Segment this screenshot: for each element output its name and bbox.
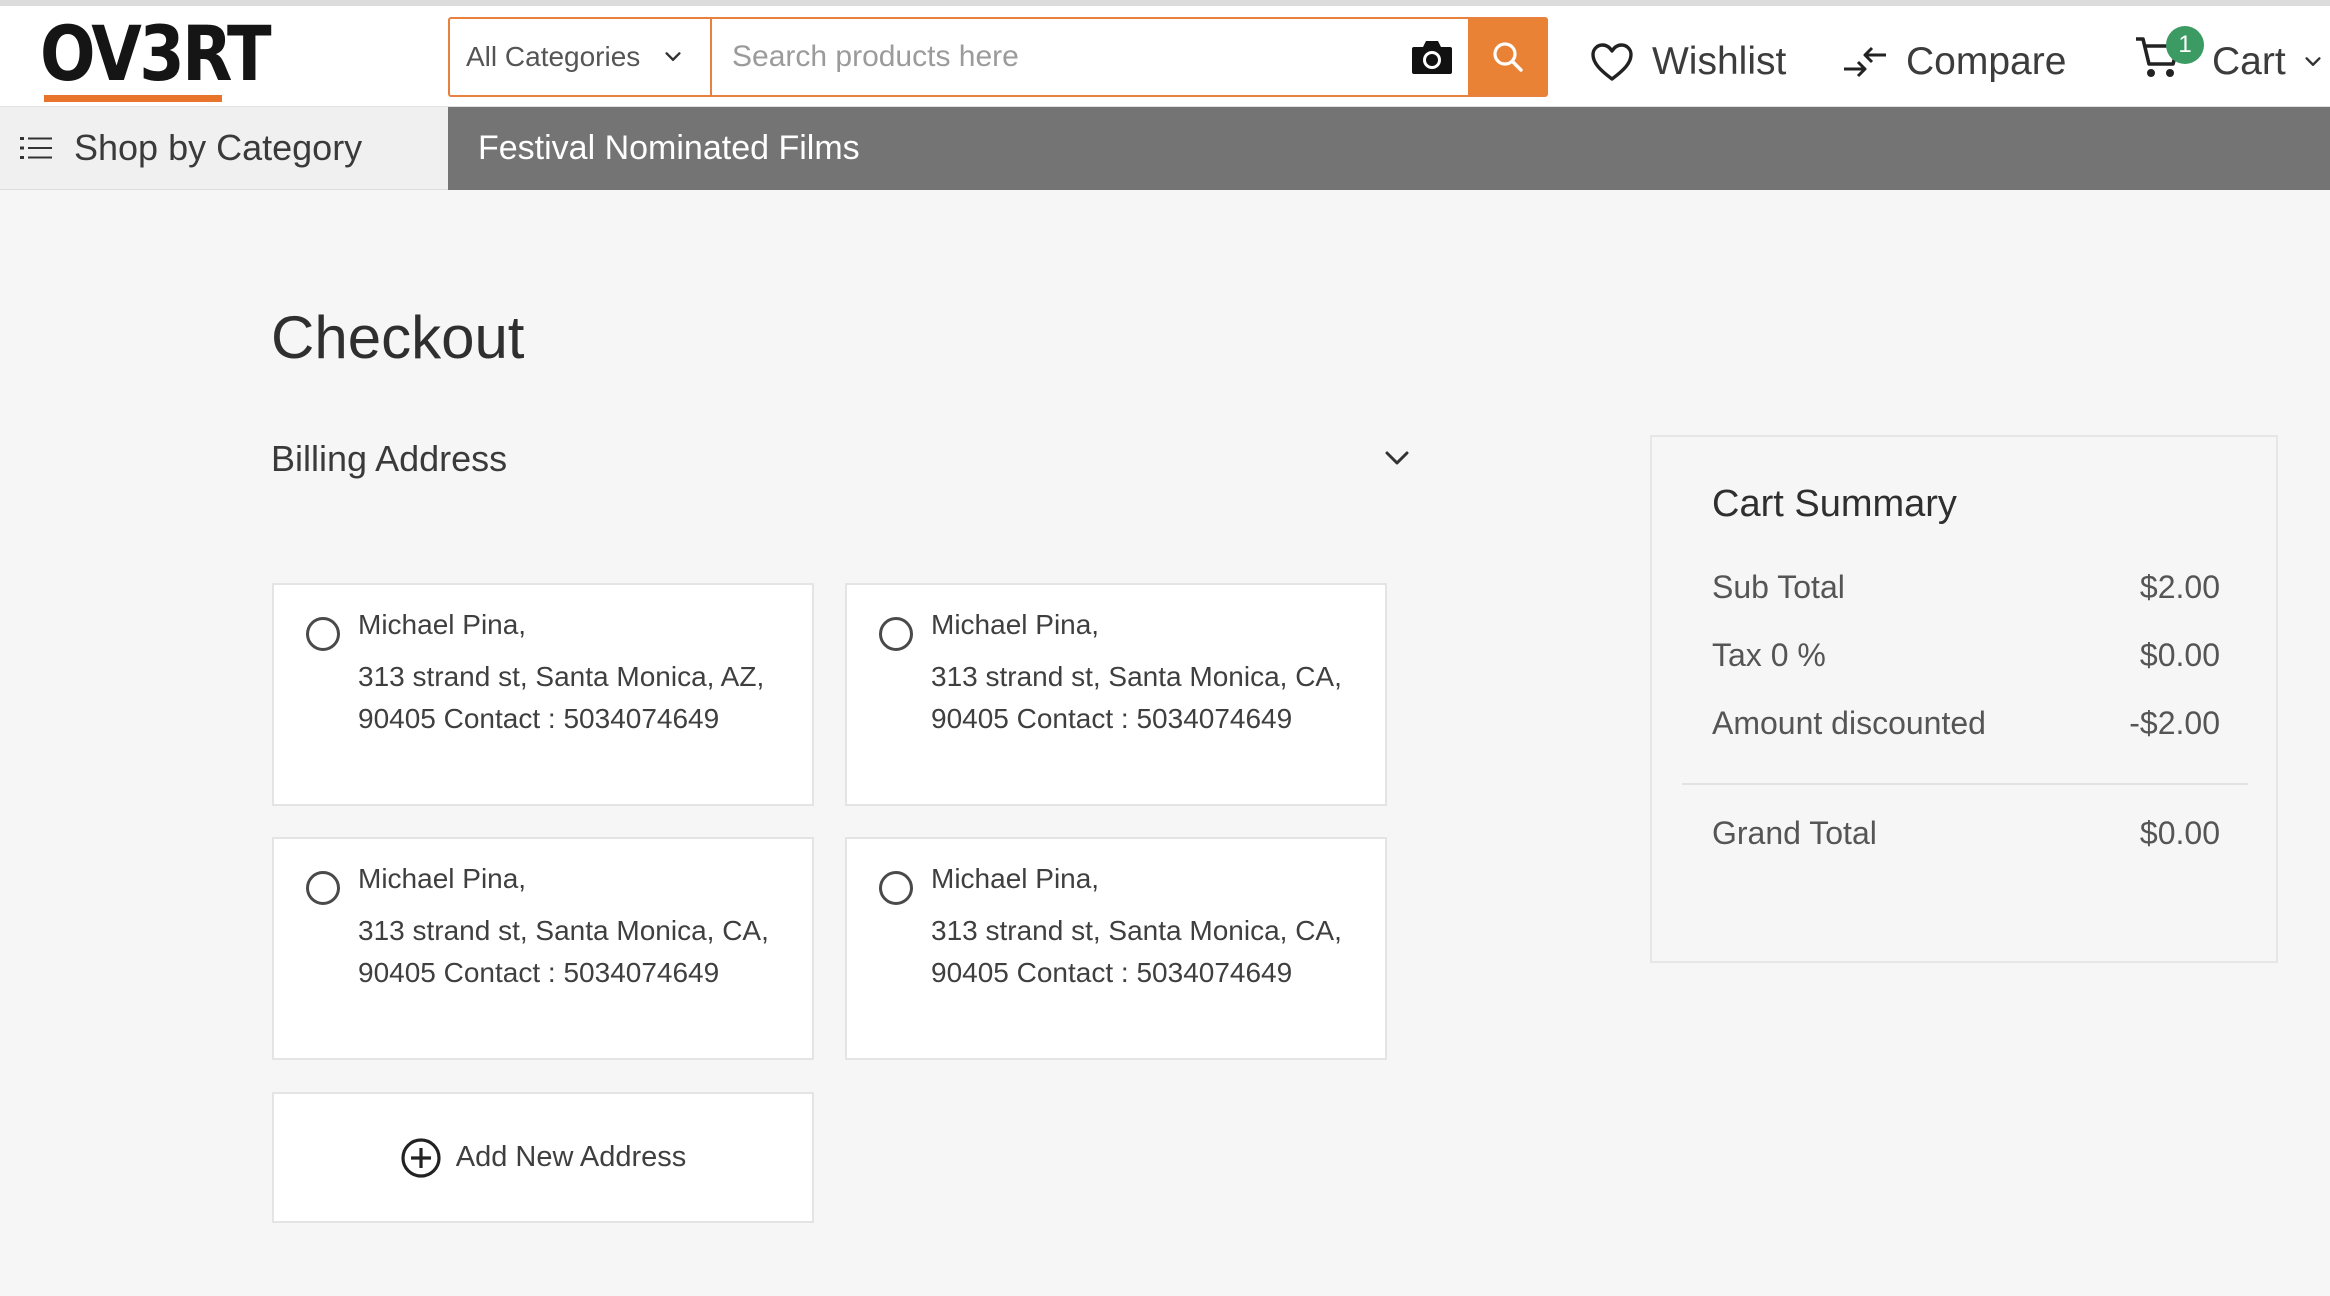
page-title: Checkout	[271, 304, 525, 371]
summary-row-tax: Tax 0 % $0.00	[1712, 637, 2220, 674]
add-new-address-label: Add New Address	[455, 1141, 687, 1173]
chevron-down-icon	[1385, 451, 1409, 465]
address-radio[interactable]	[306, 871, 340, 905]
category-nav-bar: Shop by Category Festival Nominated Film…	[0, 107, 2330, 190]
site-header: OV3RT All Categories Wishlist	[0, 6, 2330, 107]
wishlist-link[interactable]: Wishlist	[1590, 34, 1786, 90]
shop-by-category-button[interactable]: Shop by Category	[0, 107, 448, 190]
compare-link[interactable]: Compare	[1842, 34, 2066, 90]
address-contact: 90405 Contact : 5034074649	[358, 957, 720, 988]
compare-arrows-icon	[1844, 46, 1886, 78]
summary-label: Amount discounted	[1712, 705, 1986, 741]
address-radio[interactable]	[879, 617, 913, 651]
address-name: Michael Pina,	[358, 863, 527, 894]
cart-summary-title: Cart Summary	[1712, 483, 1957, 525]
summary-value: $0.00	[2139, 637, 2220, 673]
address-line: 313 strand st, Santa Monica, CA,	[931, 661, 1342, 692]
category-select-value: All Categories	[466, 41, 641, 72]
address-card[interactable]: Michael Pina, 313 strand st, Santa Monic…	[845, 837, 1387, 1060]
search-button[interactable]	[1468, 19, 1548, 95]
address-radio[interactable]	[306, 617, 340, 651]
address-line: 313 strand st, Santa Monica, CA,	[358, 915, 769, 946]
chevron-down-icon	[2305, 57, 2321, 66]
chevron-down-icon	[665, 52, 681, 61]
billing-address-toggle[interactable]: Billing Address	[271, 428, 1411, 492]
summary-divider	[1682, 783, 2248, 785]
address-line: 313 strand st, Santa Monica, AZ,	[358, 661, 765, 692]
address-name: Michael Pina,	[931, 609, 1100, 640]
summary-row-discount: Amount discounted -$2.00	[1712, 705, 2220, 742]
address-card[interactable]: Michael Pina, 313 strand st, Santa Monic…	[272, 583, 814, 806]
search-input[interactable]	[712, 19, 1396, 95]
camera-icon	[1412, 41, 1452, 74]
shop-by-category-label: Shop by Category	[74, 127, 363, 168]
grand-total-label: Grand Total	[1712, 815, 1877, 851]
address-radio[interactable]	[879, 871, 913, 905]
summary-label: Sub Total	[1712, 569, 1845, 605]
address-card[interactable]: Michael Pina, 313 strand st, Santa Monic…	[272, 837, 814, 1060]
plus-circle-icon	[401, 1137, 441, 1178]
cart-dropdown[interactable]: 1 Cart	[2134, 26, 2324, 90]
wishlist-label: Wishlist	[1652, 40, 1787, 83]
site-logo[interactable]: OV3RT	[40, 9, 272, 102]
address-card[interactable]: Michael Pina, 313 strand st, Santa Monic…	[845, 583, 1387, 806]
cart-icon-wrapper: 1	[2134, 26, 2204, 90]
nav-link-festival-nominated-films[interactable]: Festival Nominated Films	[478, 107, 860, 190]
summary-label: Tax 0 %	[1712, 637, 1826, 673]
compare-label: Compare	[1906, 40, 2067, 83]
summary-value: $2.00	[2139, 569, 2220, 605]
summary-row-grand-total: Grand Total $0.00	[1712, 815, 2220, 852]
summary-value: -$2.00	[2129, 705, 2220, 741]
address-contact: 90405 Contact : 5034074649	[931, 703, 1293, 734]
address-line: 313 strand st, Santa Monica, CA,	[931, 915, 1342, 946]
logo-underline	[44, 95, 222, 102]
heart-icon	[1591, 43, 1633, 81]
list-menu-icon	[20, 137, 52, 159]
search-bar: All Categories	[448, 17, 1548, 97]
address-contact: 90405 Contact : 5034074649	[358, 703, 720, 734]
address-name: Michael Pina,	[358, 609, 527, 640]
grand-total-value: $0.00	[2139, 815, 2220, 851]
address-name: Michael Pina,	[931, 863, 1100, 894]
add-new-address-button[interactable]: Add New Address	[272, 1092, 814, 1223]
address-contact: 90405 Contact : 5034074649	[931, 957, 1293, 988]
cart-count-badge: 1	[2166, 26, 2204, 64]
search-icon	[1493, 42, 1523, 72]
image-search-button[interactable]	[1396, 19, 1468, 95]
logo-text: OV3RT	[40, 9, 272, 98]
category-select[interactable]: All Categories	[450, 19, 712, 95]
billing-address-title: Billing Address	[271, 438, 508, 479]
summary-row-subtotal: Sub Total $2.00	[1712, 569, 2220, 606]
cart-label: Cart	[2212, 40, 2286, 83]
cart-summary: Cart Summary Sub Total $2.00 Tax 0 % $0.…	[1650, 435, 2278, 963]
